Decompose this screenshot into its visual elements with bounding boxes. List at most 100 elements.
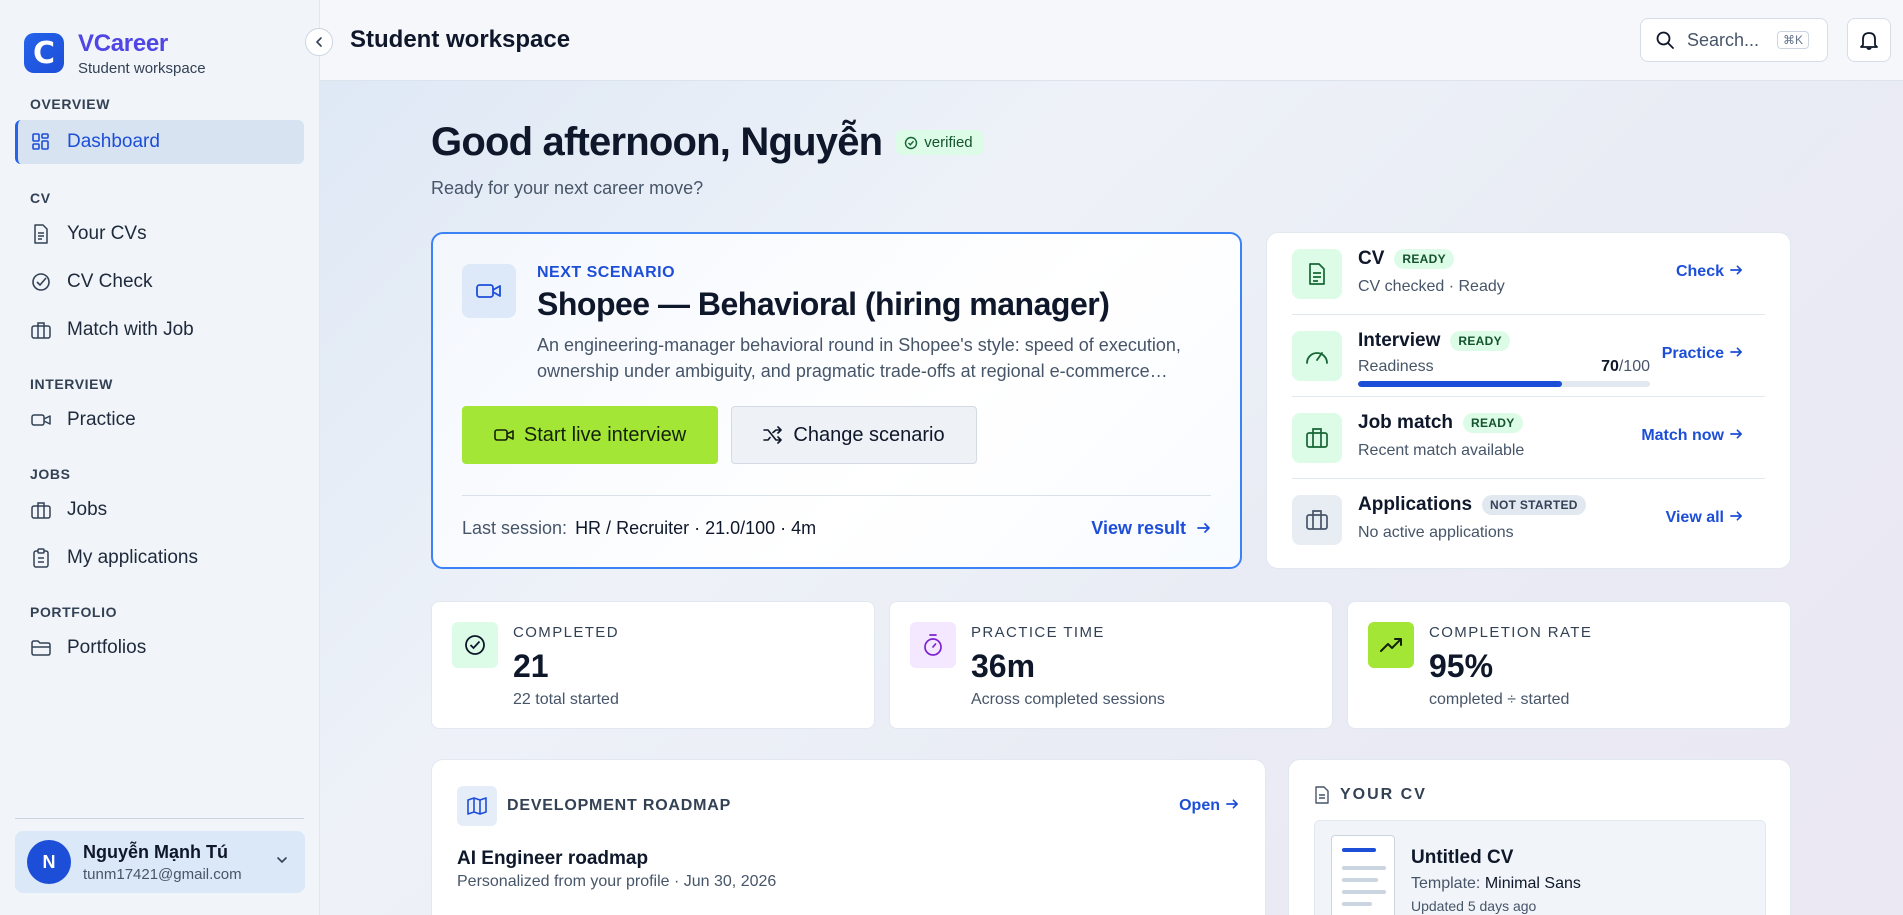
- nav-section-portfolio: PORTFOLIO Portfolios: [0, 604, 319, 670]
- last-session: Last session: HR / Recruiter · 21.0/100 ·…: [462, 518, 816, 539]
- user-menu[interactable]: N Nguyễn Mạnh Tú tunm17421@gmail.com: [15, 831, 305, 893]
- progress-score: 70/100: [1601, 358, 1650, 376]
- your-cv-card: YOUR CV Untitled CV Template: Minimal Sa…: [1288, 759, 1791, 915]
- status-subtitle: CV checked · Ready: [1358, 278, 1505, 295]
- page-title: Student workspace: [350, 26, 571, 53]
- roadmap-title[interactable]: AI Engineer roadmap: [457, 848, 648, 870]
- status-badge: READY: [1463, 413, 1523, 433]
- nav-section-title: PORTFOLIO: [30, 604, 118, 620]
- progress-label: Readiness: [1358, 358, 1434, 375]
- sidebar-item-cv-check[interactable]: CV Check: [15, 260, 304, 304]
- check-cv-link[interactable]: Check: [1676, 263, 1743, 281]
- video-icon: [30, 409, 52, 431]
- greeting: Good afternoon, Nguyễn verified: [431, 120, 983, 165]
- view-result-link[interactable]: View result: [1091, 518, 1211, 539]
- cv-thumbnail: [1331, 835, 1395, 915]
- roadmap-action-label: Open: [1179, 797, 1220, 814]
- cv-name: Untitled CV: [1411, 847, 1514, 868]
- thumbnail-line: [1342, 848, 1376, 852]
- verified-badge: verified: [896, 130, 983, 155]
- sidebar-item-jobs[interactable]: Jobs: [15, 488, 304, 532]
- cv-template: Template: Minimal Sans: [1411, 875, 1581, 893]
- status-name: Job match READY: [1358, 412, 1523, 434]
- sidebar-item-dashboard[interactable]: Dashboard: [15, 120, 304, 164]
- nav-section-title: CV: [30, 190, 51, 206]
- check-circle-icon: [905, 136, 918, 149]
- progress-label-row: Readiness 70/100: [1358, 358, 1650, 376]
- start-live-interview-button[interactable]: Start live interview: [462, 406, 718, 464]
- check-circle-icon: [30, 271, 52, 293]
- brand-text: VCareer Student workspace: [78, 30, 206, 77]
- search-icon: [1656, 31, 1674, 49]
- roadmap-kicker: DEVELOPMENT ROADMAP: [507, 797, 732, 814]
- main-content: Student workspace Search... ⌘K Good afte…: [320, 0, 1903, 915]
- user-name: Nguyễn Mạnh Tú: [83, 841, 228, 862]
- user-info: Nguyễn Mạnh Tú tunm17421@gmail.com: [83, 842, 242, 883]
- stat-value: 21: [513, 648, 549, 684]
- thumbnail-line: [1342, 890, 1386, 894]
- document-icon: [1315, 786, 1329, 804]
- sidebar-item-label: CV Check: [67, 271, 153, 292]
- gauge-icon: [1292, 331, 1342, 381]
- briefcase-icon: [1292, 413, 1342, 463]
- progress-track: [1358, 381, 1650, 387]
- view-all-applications-link[interactable]: View all: [1666, 509, 1743, 527]
- sidebar-item-match-with-job[interactable]: Match with Job: [15, 308, 304, 352]
- collapse-sidebar-button[interactable]: [305, 28, 333, 56]
- status-row-interview: Interview READY Readiness 70/100 Practice: [1292, 315, 1765, 397]
- status-action-label: Match now: [1641, 427, 1724, 444]
- brand-logo: C: [24, 33, 64, 73]
- brand[interactable]: C VCareer Student workspace: [0, 0, 319, 80]
- stat-completion-rate: COMPLETION RATE 95% completed ÷ started: [1347, 601, 1791, 729]
- sidebar-item-portfolios[interactable]: Portfolios: [15, 626, 304, 670]
- sidebar-item-label: Your CVs: [67, 223, 147, 244]
- practice-link[interactable]: Practice: [1662, 345, 1743, 363]
- match-now-link[interactable]: Match now: [1641, 427, 1743, 445]
- grid-icon: [30, 131, 52, 153]
- scenario-description: An engineering-manager behavioral round …: [537, 335, 1181, 381]
- status-action-label: View all: [1665, 509, 1724, 526]
- cv-preview-item[interactable]: Untitled CV Template: Minimal Sans Updat…: [1314, 820, 1766, 915]
- sidebar-item-practice[interactable]: Practice: [15, 398, 304, 442]
- stat-completed: COMPLETED 21 22 total started: [431, 601, 875, 729]
- stat-label: COMPLETED: [513, 624, 619, 641]
- change-scenario-button[interactable]: Change scenario: [731, 406, 977, 464]
- your-cv-kicker-label: YOUR CV: [1340, 786, 1427, 803]
- sidebar-item-your-cvs[interactable]: Your CVs: [15, 212, 304, 256]
- nav-section-title: OVERVIEW: [30, 96, 111, 112]
- status-name: CV READY: [1358, 248, 1454, 270]
- search-placeholder: Search...: [1687, 29, 1760, 50]
- status-title: Interview: [1358, 330, 1441, 351]
- stat-practice-time: PRACTICE TIME 36m Across completed sessi…: [889, 601, 1333, 729]
- sidebar-item-label: My applications: [67, 547, 198, 568]
- stat-value: 95%: [1429, 648, 1494, 684]
- video-icon: [494, 429, 514, 441]
- thumbnail-line: [1342, 866, 1386, 870]
- topbar: Student workspace Search... ⌘K: [320, 0, 1903, 81]
- app-root: C VCareer Student workspace OVERVIEW Das…: [0, 0, 1903, 915]
- stat-subtitle: Across completed sessions: [971, 691, 1165, 708]
- divider: [462, 495, 1211, 496]
- arrow-right-icon: [1226, 799, 1238, 809]
- document-icon: [1292, 249, 1342, 299]
- open-roadmap-link[interactable]: Open: [1179, 797, 1239, 815]
- status-action-label: Practice: [1661, 345, 1724, 362]
- search-input[interactable]: Search... ⌘K: [1640, 18, 1828, 62]
- nav-section-jobs: JOBS Jobs My applications: [0, 466, 319, 580]
- nav-section-title: INTERVIEW: [30, 376, 113, 392]
- notifications-button[interactable]: [1847, 18, 1891, 62]
- nav-section-overview: OVERVIEW Dashboard: [0, 96, 319, 164]
- sidebar-item-label: Dashboard: [67, 131, 160, 152]
- sidebar-item-my-applications[interactable]: My applications: [15, 536, 304, 580]
- status-badge: READY: [1394, 249, 1454, 269]
- status-name: Applications NOT STARTED: [1358, 494, 1586, 516]
- progress-max: /100: [1618, 358, 1650, 375]
- trending-up-icon: [1368, 622, 1414, 668]
- clipboard-icon: [30, 547, 52, 569]
- status-title: Applications: [1358, 494, 1473, 515]
- scenario-kicker: NEXT SCENARIO: [537, 264, 676, 281]
- video-icon: [462, 264, 516, 318]
- roadmap-subtitle: Personalized from your profile · Jun 30,…: [457, 873, 777, 890]
- search-shortcut: ⌘K: [1777, 31, 1810, 49]
- nav-section-title: JOBS: [30, 466, 71, 482]
